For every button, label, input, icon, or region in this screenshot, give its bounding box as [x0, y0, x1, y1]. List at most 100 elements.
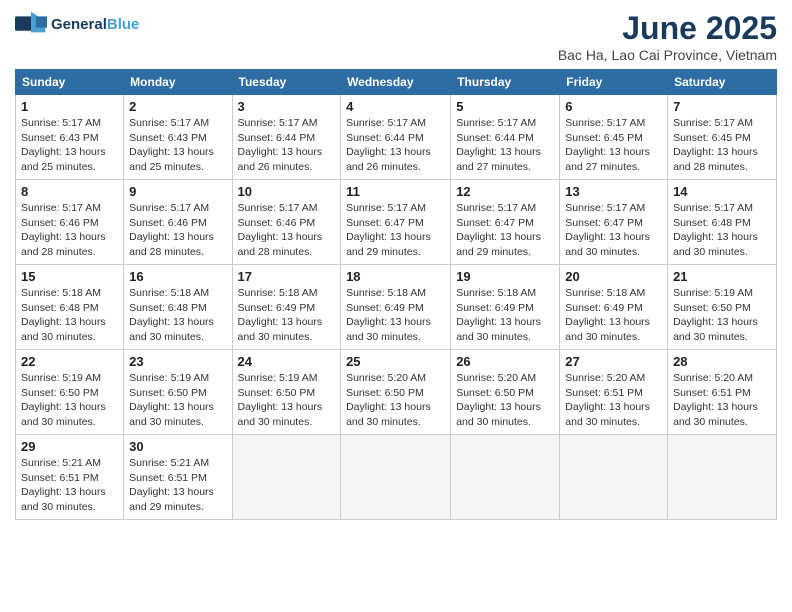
day-number: 19 [456, 269, 554, 284]
day-info: Sunrise: 5:17 AMSunset: 6:46 PMDaylight:… [238, 201, 336, 260]
day-cell-10: 10 Sunrise: 5:17 AMSunset: 6:46 PMDayligh… [232, 180, 341, 265]
day-number: 9 [129, 184, 226, 199]
day-number: 15 [21, 269, 118, 284]
day-number: 11 [346, 184, 445, 199]
day-info: Sunrise: 5:18 AMSunset: 6:49 PMDaylight:… [565, 286, 662, 345]
logo-icon [15, 10, 47, 38]
day-cell-7: 7 Sunrise: 5:17 AMSunset: 6:45 PMDaylight… [668, 95, 777, 180]
day-number: 27 [565, 354, 662, 369]
day-info: Sunrise: 5:18 AMSunset: 6:49 PMDaylight:… [456, 286, 554, 345]
calendar-header-row: SundayMondayTuesdayWednesdayThursdayFrid… [16, 70, 777, 95]
day-info: Sunrise: 5:20 AMSunset: 6:51 PMDaylight:… [673, 371, 771, 430]
day-number: 23 [129, 354, 226, 369]
day-info: Sunrise: 5:17 AMSunset: 6:45 PMDaylight:… [565, 116, 662, 175]
col-header-monday: Monday [124, 70, 232, 95]
title-block: June 2025 Bac Ha, Lao Cai Province, Viet… [558, 10, 777, 63]
day-info: Sunrise: 5:17 AMSunset: 6:47 PMDaylight:… [456, 201, 554, 260]
col-header-friday: Friday [560, 70, 668, 95]
day-info: Sunrise: 5:17 AMSunset: 6:47 PMDaylight:… [346, 201, 445, 260]
day-cell-25: 25Sunrise: 5:20 AMSunset: 6:50 PMDayligh… [341, 350, 451, 435]
day-number: 28 [673, 354, 771, 369]
day-cell-8: 8 Sunrise: 5:17 AMSunset: 6:46 PMDaylight… [16, 180, 124, 265]
week-row-5: 29 Sunrise: 5:21 AMSunset: 6:51 PMDayligh… [16, 435, 777, 520]
logo: GeneralBlue [15, 10, 139, 38]
day-info: Sunrise: 5:17 AMSunset: 6:47 PMDaylight:… [565, 201, 662, 260]
week-row-1: 1Sunrise: 5:17 AMSunset: 6:43 PMDaylight… [16, 95, 777, 180]
day-cell-19: 19 Sunrise: 5:18 AMSunset: 6:49 PMDayligh… [451, 265, 560, 350]
empty-cell [232, 435, 341, 520]
day-info: Sunrise: 5:17 AMSunset: 6:48 PMDaylight:… [673, 201, 771, 260]
day-info: Sunrise: 5:19 AMSunset: 6:50 PMDaylight:… [21, 371, 118, 430]
day-number: 29 [21, 439, 118, 454]
day-number: 8 [21, 184, 118, 199]
day-info: Sunrise: 5:19 AMSunset: 6:50 PMDaylight:… [129, 371, 226, 430]
day-cell-29: 29 Sunrise: 5:21 AMSunset: 6:51 PMDayligh… [16, 435, 124, 520]
empty-cell [560, 435, 668, 520]
col-header-wednesday: Wednesday [341, 70, 451, 95]
day-info: Sunrise: 5:17 AMSunset: 6:44 PMDaylight:… [456, 116, 554, 175]
day-info: Sunrise: 5:21 AMSunset: 6:51 PMDaylight:… [129, 456, 226, 515]
day-cell-14: 14 Sunrise: 5:17 AMSunset: 6:48 PMDayligh… [668, 180, 777, 265]
page-header: GeneralBlue June 2025 Bac Ha, Lao Cai Pr… [15, 10, 777, 63]
day-cell-26: 26Sunrise: 5:20 AMSunset: 6:50 PMDayligh… [451, 350, 560, 435]
day-cell-6: 6 Sunrise: 5:17 AMSunset: 6:45 PMDaylight… [560, 95, 668, 180]
day-number: 24 [238, 354, 336, 369]
day-cell-3: 3Sunrise: 5:17 AMSunset: 6:44 PMDaylight… [232, 95, 341, 180]
day-number: 3 [238, 99, 336, 114]
day-info: Sunrise: 5:17 AMSunset: 6:46 PMDaylight:… [129, 201, 226, 260]
day-number: 18 [346, 269, 445, 284]
day-cell-27: 27 Sunrise: 5:20 AMSunset: 6:51 PMDayligh… [560, 350, 668, 435]
day-number: 4 [346, 99, 445, 114]
week-row-2: 8 Sunrise: 5:17 AMSunset: 6:46 PMDaylight… [16, 180, 777, 265]
day-number: 17 [238, 269, 336, 284]
day-number: 7 [673, 99, 771, 114]
day-number: 10 [238, 184, 336, 199]
day-cell-12: 12Sunrise: 5:17 AMSunset: 6:47 PMDayligh… [451, 180, 560, 265]
day-cell-1: 1Sunrise: 5:17 AMSunset: 6:43 PMDaylight… [16, 95, 124, 180]
day-cell-24: 24 Sunrise: 5:19 AMSunset: 6:50 PMDayligh… [232, 350, 341, 435]
day-info: Sunrise: 5:17 AMSunset: 6:46 PMDaylight:… [21, 201, 118, 260]
day-info: Sunrise: 5:19 AMSunset: 6:50 PMDaylight:… [238, 371, 336, 430]
week-row-4: 22Sunrise: 5:19 AMSunset: 6:50 PMDayligh… [16, 350, 777, 435]
month-title: June 2025 [558, 10, 777, 47]
day-info: Sunrise: 5:20 AMSunset: 6:51 PMDaylight:… [565, 371, 662, 430]
day-number: 2 [129, 99, 226, 114]
day-number: 21 [673, 269, 771, 284]
day-cell-13: 13 Sunrise: 5:17 AMSunset: 6:47 PMDayligh… [560, 180, 668, 265]
col-header-thursday: Thursday [451, 70, 560, 95]
day-cell-4: 4 Sunrise: 5:17 AMSunset: 6:44 PMDaylight… [341, 95, 451, 180]
day-info: Sunrise: 5:17 AMSunset: 6:45 PMDaylight:… [673, 116, 771, 175]
day-cell-28: 28 Sunrise: 5:20 AMSunset: 6:51 PMDayligh… [668, 350, 777, 435]
day-number: 20 [565, 269, 662, 284]
day-info: Sunrise: 5:17 AMSunset: 6:44 PMDaylight:… [346, 116, 445, 175]
col-header-sunday: Sunday [16, 70, 124, 95]
day-info: Sunrise: 5:17 AMSunset: 6:43 PMDaylight:… [129, 116, 226, 175]
day-number: 13 [565, 184, 662, 199]
day-info: Sunrise: 5:18 AMSunset: 6:49 PMDaylight:… [346, 286, 445, 345]
empty-cell [668, 435, 777, 520]
day-number: 14 [673, 184, 771, 199]
day-cell-18: 18 Sunrise: 5:18 AMSunset: 6:49 PMDayligh… [341, 265, 451, 350]
day-info: Sunrise: 5:18 AMSunset: 6:48 PMDaylight:… [21, 286, 118, 345]
day-cell-11: 11 Sunrise: 5:17 AMSunset: 6:47 PMDayligh… [341, 180, 451, 265]
logo-text: GeneralBlue [51, 16, 139, 33]
day-info: Sunrise: 5:20 AMSunset: 6:50 PMDaylight:… [456, 371, 554, 430]
day-cell-23: 23 Sunrise: 5:19 AMSunset: 6:50 PMDayligh… [124, 350, 232, 435]
day-info: Sunrise: 5:18 AMSunset: 6:48 PMDaylight:… [129, 286, 226, 345]
day-info: Sunrise: 5:20 AMSunset: 6:50 PMDaylight:… [346, 371, 445, 430]
day-cell-5: 5 Sunrise: 5:17 AMSunset: 6:44 PMDaylight… [451, 95, 560, 180]
calendar-table: SundayMondayTuesdayWednesdayThursdayFrid… [15, 69, 777, 520]
day-info: Sunrise: 5:19 AMSunset: 6:50 PMDaylight:… [673, 286, 771, 345]
location: Bac Ha, Lao Cai Province, Vietnam [558, 47, 777, 63]
week-row-3: 15 Sunrise: 5:18 AMSunset: 6:48 PMDayligh… [16, 265, 777, 350]
day-number: 30 [129, 439, 226, 454]
day-info: Sunrise: 5:21 AMSunset: 6:51 PMDaylight:… [21, 456, 118, 515]
col-header-tuesday: Tuesday [232, 70, 341, 95]
day-cell-15: 15 Sunrise: 5:18 AMSunset: 6:48 PMDayligh… [16, 265, 124, 350]
day-info: Sunrise: 5:18 AMSunset: 6:49 PMDaylight:… [238, 286, 336, 345]
day-cell-22: 22Sunrise: 5:19 AMSunset: 6:50 PMDayligh… [16, 350, 124, 435]
day-cell-9: 9 Sunrise: 5:17 AMSunset: 6:46 PMDaylight… [124, 180, 232, 265]
empty-cell [451, 435, 560, 520]
day-number: 6 [565, 99, 662, 114]
day-number: 5 [456, 99, 554, 114]
